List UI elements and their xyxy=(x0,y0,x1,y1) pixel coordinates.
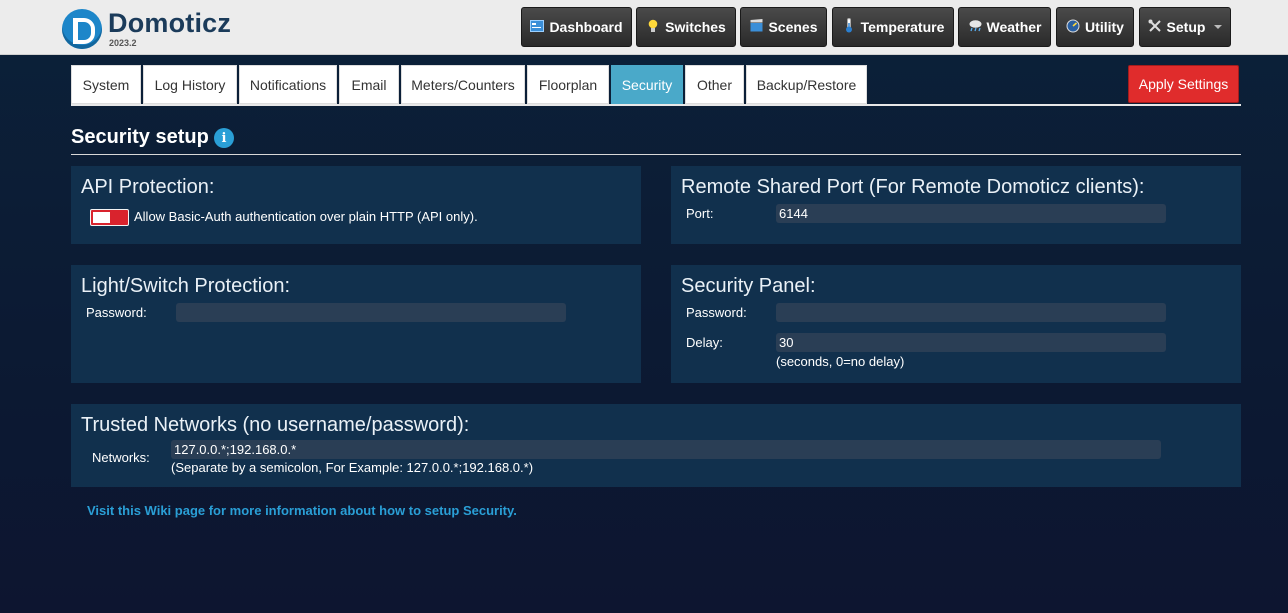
networks-label: Networks: xyxy=(92,450,150,465)
api-protection-title: API Protection: xyxy=(81,176,215,198)
tab-divider xyxy=(71,104,1241,106)
tab-log-history[interactable]: Log History xyxy=(143,65,237,104)
nav-setup-label: Setup xyxy=(1166,19,1206,35)
nav-utility-label: Utility xyxy=(1085,19,1124,35)
weather-cloud-icon xyxy=(968,19,982,35)
brand-version: 2023.2 xyxy=(109,38,137,48)
utility-gauge-icon xyxy=(1066,19,1080,36)
nav-dashboard-button[interactable]: Dashboard xyxy=(521,7,632,47)
thermometer-icon xyxy=(842,18,856,36)
basic-auth-toggle[interactable] xyxy=(90,209,129,226)
top-bar: Domoticz 2023.2 Dashboard Switches Scene… xyxy=(0,0,1288,55)
chevron-down-icon xyxy=(1214,25,1223,29)
basic-auth-toggle-label: Allow Basic-Auth authentication over pla… xyxy=(134,209,478,224)
tab-meters-counters[interactable]: Meters/Counters xyxy=(401,65,525,104)
tab-email[interactable]: Email xyxy=(339,65,399,104)
tools-icon xyxy=(1148,19,1162,36)
nav-temperature-label: Temperature xyxy=(860,19,945,35)
networks-input[interactable]: 127.0.0.*;192.168.0.* xyxy=(171,440,1161,459)
tab-backup-restore[interactable]: Backup/Restore xyxy=(746,65,867,104)
brand-name: Domoticz xyxy=(108,8,232,38)
nav-setup-button[interactable]: Setup xyxy=(1139,7,1231,47)
title-divider xyxy=(71,154,1241,155)
light-switch-password-input[interactable] xyxy=(176,303,566,322)
nav-scenes-label: Scenes xyxy=(768,19,818,35)
nav-weather-label: Weather xyxy=(986,19,1042,35)
security-panel-panel: Security Panel: Password: Delay: 30 (sec… xyxy=(671,265,1241,383)
nav-utility-button[interactable]: Utility xyxy=(1056,7,1134,47)
wiki-link[interactable]: Visit this Wiki page for more informatio… xyxy=(87,503,517,518)
nav-dashboard-label: Dashboard xyxy=(549,19,623,35)
tab-other[interactable]: Other xyxy=(685,65,744,104)
info-icon[interactable]: i xyxy=(214,128,234,148)
trusted-networks-title: Trusted Networks (no username/password): xyxy=(81,414,470,436)
nav-switches-label: Switches xyxy=(665,19,726,35)
port-label: Port: xyxy=(686,206,714,221)
nav-scenes-button[interactable]: Scenes xyxy=(740,7,827,47)
light-switch-password-label: Password: xyxy=(86,305,147,320)
tab-notifications[interactable]: Notifications xyxy=(239,65,337,104)
remote-port-panel: Remote Shared Port (For Remote Domoticz … xyxy=(671,166,1241,244)
nav-temperature-button[interactable]: Temperature xyxy=(832,7,954,47)
domoticz-logo-icon xyxy=(62,9,102,49)
remote-port-title: Remote Shared Port (For Remote Domoticz … xyxy=(681,176,1145,198)
toggle-knob xyxy=(93,212,110,223)
clapperboard-icon xyxy=(749,19,763,35)
nav-switches-button[interactable]: Switches xyxy=(636,7,736,47)
light-switch-title: Light/Switch Protection: xyxy=(81,275,290,297)
tab-system[interactable]: System xyxy=(71,65,141,104)
dashboard-icon xyxy=(530,19,545,35)
delay-hint: (seconds, 0=no delay) xyxy=(776,354,905,369)
delay-label: Delay: xyxy=(686,335,723,350)
delay-input[interactable]: 30 xyxy=(776,333,1166,352)
apply-settings-button[interactable]: Apply Settings xyxy=(1128,65,1239,103)
networks-hint: (Separate by a semicolon, For Example: 1… xyxy=(171,460,534,475)
security-panel-password-label: Password: xyxy=(686,305,747,320)
page-title: Security setup xyxy=(71,126,209,148)
api-protection-panel: API Protection: Allow Basic-Auth authent… xyxy=(71,166,641,244)
security-panel-title: Security Panel: xyxy=(681,275,816,297)
tab-floorplan[interactable]: Floorplan xyxy=(527,65,609,104)
security-panel-password-input[interactable] xyxy=(776,303,1166,322)
lightbulb-icon xyxy=(646,19,660,36)
port-input[interactable]: 6144 xyxy=(776,204,1166,223)
tab-security[interactable]: Security xyxy=(611,65,683,104)
nav-weather-button[interactable]: Weather xyxy=(958,7,1051,47)
trusted-networks-panel: Trusted Networks (no username/password):… xyxy=(71,404,1241,487)
light-switch-panel: Light/Switch Protection: Password: xyxy=(71,265,641,383)
